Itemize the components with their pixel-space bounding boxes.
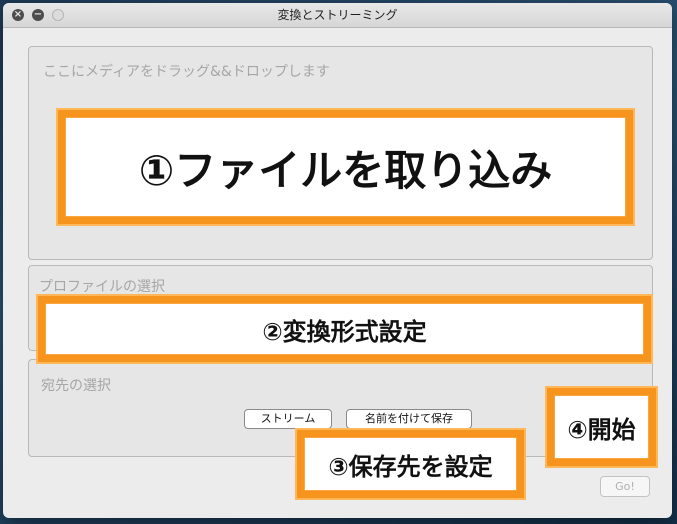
drop-hint: ここにメディアをドラッグ&&ドロップします bbox=[43, 64, 330, 80]
window-title: 変換とストリーミング bbox=[277, 8, 398, 22]
stream-button[interactable]: ストリーム bbox=[244, 409, 332, 429]
profile-section-label: プロファイルの選択 bbox=[39, 279, 165, 295]
go-button[interactable]: Go! bbox=[600, 476, 650, 497]
destination-section-label: 宛先の選択 bbox=[41, 378, 111, 394]
title-bar[interactable]: × − 変換とストリーミング bbox=[3, 3, 672, 28]
annotation-save-destination: ③保存先を設定 bbox=[297, 430, 524, 498]
annotation-import-file: ①ファイルを取り込み bbox=[58, 110, 633, 224]
annotation-convert-format: ②変換形式設定 bbox=[38, 296, 651, 362]
annotation-start: ④開始 bbox=[547, 388, 656, 466]
save-as-file-button[interactable]: 名前を付けて保存 bbox=[346, 409, 472, 429]
